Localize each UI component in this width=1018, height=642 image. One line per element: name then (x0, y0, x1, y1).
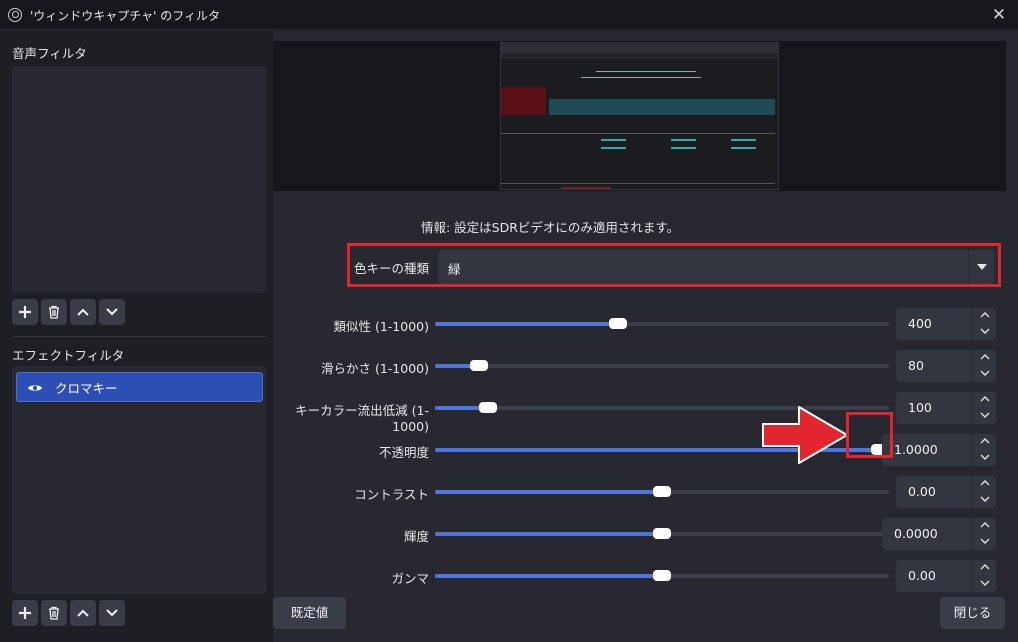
plus-icon (19, 607, 31, 619)
chevron-down-icon[interactable] (973, 324, 997, 340)
param-label: ガンマ (391, 571, 429, 586)
list-item-chroma-key[interactable]: クロマキー (16, 372, 263, 402)
section-divider (12, 336, 267, 337)
param-value[interactable]: 100 (908, 400, 932, 415)
audio-filters-toolbar (12, 299, 125, 327)
param-slider[interactable] (435, 528, 889, 539)
param-slider[interactable] (435, 318, 889, 329)
param-label: コントラスト (354, 487, 429, 502)
chevron-down-icon[interactable] (973, 408, 997, 424)
chevron-up-icon[interactable] (973, 560, 997, 576)
spin-buttons (972, 350, 996, 382)
param-spinbox[interactable]: 1.0000 (882, 434, 996, 466)
preview-image (500, 42, 779, 190)
param-value[interactable]: 400 (908, 316, 932, 331)
spin-buttons (972, 518, 996, 550)
move-audio-filter-up-button[interactable] (70, 299, 96, 325)
audio-filters-label: 音声フィルタ (12, 46, 87, 61)
slider-handle[interactable] (653, 570, 671, 581)
sdr-info-text: 情報: 設定はSDRビデオにのみ適用されます。 (421, 220, 680, 235)
slider-handle[interactable] (653, 486, 671, 497)
spin-buttons (972, 308, 996, 340)
chevron-up-icon[interactable] (973, 434, 997, 450)
param-value[interactable]: 0.00 (908, 484, 936, 499)
param-spinbox[interactable]: 0.0000 (882, 518, 996, 550)
filters-sidebar: 音声フィルタ エフェクトフィルタ クロマキー (0, 31, 272, 642)
chevron-down-icon (106, 308, 118, 316)
slider-fill (435, 490, 662, 494)
trash-icon (49, 305, 59, 319)
param-spinbox[interactable]: 80 (896, 350, 996, 382)
defaults-button[interactable]: 既定値 (273, 597, 346, 629)
param-slider[interactable] (435, 570, 889, 581)
chevron-up-icon[interactable] (973, 392, 997, 408)
param-label: 不透明度 (378, 445, 429, 460)
chevron-down-icon[interactable] (973, 366, 997, 382)
slider-fill (435, 574, 662, 578)
param-value[interactable]: 1.0000 (894, 442, 938, 457)
chevron-up-icon[interactable] (973, 476, 997, 492)
eye-icon[interactable] (27, 382, 43, 392)
param-value[interactable]: 80 (908, 358, 924, 373)
chevron-up-icon (77, 308, 89, 316)
chevron-down-icon[interactable] (973, 576, 997, 592)
param-spinbox[interactable]: 0.00 (896, 560, 996, 592)
slider-handle[interactable] (653, 528, 671, 539)
param-label: 滑らかさ (1-1000) (320, 361, 429, 376)
effect-filters-toolbar (12, 600, 125, 628)
chevron-down-icon[interactable] (973, 450, 997, 466)
chevron-down-icon[interactable] (973, 492, 997, 508)
plus-icon (19, 306, 31, 318)
slider-fill (435, 322, 618, 326)
spin-buttons (972, 560, 996, 592)
chevron-up-icon[interactable] (973, 308, 997, 324)
param-label: キーカラー流出低減 (1-1000) (295, 403, 429, 434)
chevron-up-icon[interactable] (973, 518, 997, 534)
spin-buttons (972, 392, 996, 424)
obs-logo-icon (8, 8, 22, 22)
param-label: 類似性 (1-1000) (333, 319, 429, 334)
chevron-down-icon (106, 609, 118, 617)
move-audio-filter-down-button[interactable] (99, 299, 125, 325)
filter-item-label: クロマキー (55, 380, 118, 396)
close-button[interactable]: 閉じる (940, 597, 1005, 629)
param-slider[interactable] (435, 360, 889, 371)
spin-buttons (972, 434, 996, 466)
chevron-up-icon[interactable] (973, 350, 997, 366)
slider-fill (435, 532, 662, 536)
remove-effect-filter-button[interactable] (41, 600, 67, 626)
chevron-down-icon[interactable] (973, 534, 997, 550)
param-spinbox[interactable]: 0.00 (896, 476, 996, 508)
param-spinbox[interactable]: 100 (896, 392, 996, 424)
remove-audio-filter-button[interactable] (41, 299, 67, 325)
add-audio-filter-button[interactable] (12, 299, 38, 325)
opacity-handle-highlight (846, 412, 893, 458)
trash-icon (49, 606, 59, 620)
window-title: 'ウィンドウキャプチャ' のフィルタ (30, 9, 221, 23)
slider-handle[interactable] (479, 402, 497, 413)
title-bar: 'ウィンドウキャプチャ' のフィルタ ✕ (0, 0, 1018, 30)
move-effect-filter-up-button[interactable] (70, 600, 96, 626)
add-effect-filter-button[interactable] (12, 600, 38, 626)
red-arrow-icon (762, 406, 848, 464)
param-slider[interactable] (435, 486, 889, 497)
spin-buttons (972, 476, 996, 508)
effect-filters-label: エフェクトフィルタ (12, 348, 125, 363)
filter-settings-panel: 情報: 設定はSDRビデオにのみ適用されます。 色キーの種類 緑 類似性 (1-… (273, 31, 1018, 642)
chevron-up-icon (77, 609, 89, 617)
param-value[interactable]: 0.0000 (894, 526, 938, 541)
slider-handle[interactable] (609, 318, 627, 329)
audio-filters-list[interactable] (12, 66, 267, 293)
slider-handle[interactable] (470, 360, 488, 371)
preview-area (273, 41, 1006, 191)
param-spinbox[interactable]: 400 (896, 308, 996, 340)
move-effect-filter-down-button[interactable] (99, 600, 125, 626)
param-value[interactable]: 0.00 (908, 568, 936, 583)
param-label: 輝度 (403, 529, 429, 544)
key-type-highlight (347, 243, 1001, 287)
close-window-button[interactable]: ✕ (988, 4, 1010, 26)
